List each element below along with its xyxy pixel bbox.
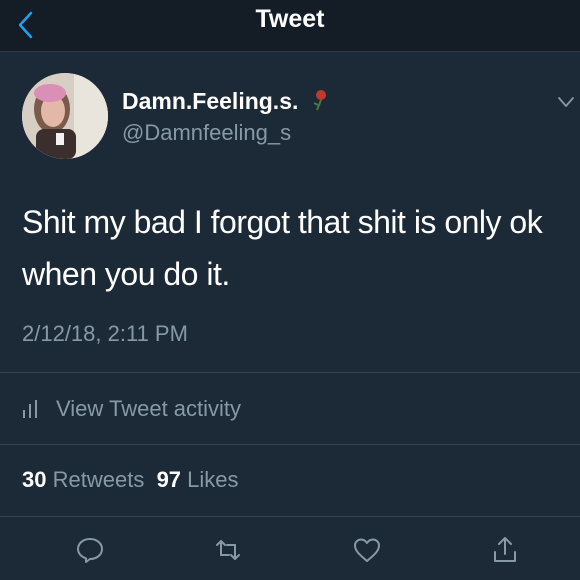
display-name-text: Damn.Feeling.s. [122,88,299,114]
tweet-timestamp: 2/12/18, 2:11 PM [22,321,188,346]
reply-icon[interactable] [75,535,105,565]
tweet-text: Shit my bad I forgot that shit is only o… [22,204,543,292]
likes-count: 97 [156,467,182,492]
divider [0,516,580,517]
view-tweet-activity-label: View Tweet activity [56,396,242,421]
like-icon[interactable] [352,535,382,565]
view-tweet-activity-button[interactable]: View Tweet activity [22,395,241,423]
likes-stat[interactable]: 97 Likes [157,467,239,492]
author-handle[interactable]: @Damnfeeling_s [122,120,291,146]
retweets-count: 30 [22,467,47,492]
caret-down-icon[interactable] [557,96,575,108]
top-navbar: Tweet [0,0,580,52]
rose-emoji-icon [313,90,326,111]
retweets-stat[interactable]: 30 Retweets [22,467,144,492]
avatar[interactable] [22,73,108,159]
bar-chart-icon [23,400,37,418]
retweet-icon[interactable] [213,535,243,565]
avatar-photo [22,73,108,159]
divider [0,444,580,445]
page-title: Tweet [255,5,325,33]
engagement-stats: 30 Retweets 97 Likes [22,467,239,493]
author-display-name[interactable]: Damn.Feeling.s. [122,88,331,115]
retweets-label: Retweets [52,467,145,492]
share-icon[interactable] [490,535,520,565]
likes-label: Likes [187,467,239,492]
divider [0,372,580,373]
